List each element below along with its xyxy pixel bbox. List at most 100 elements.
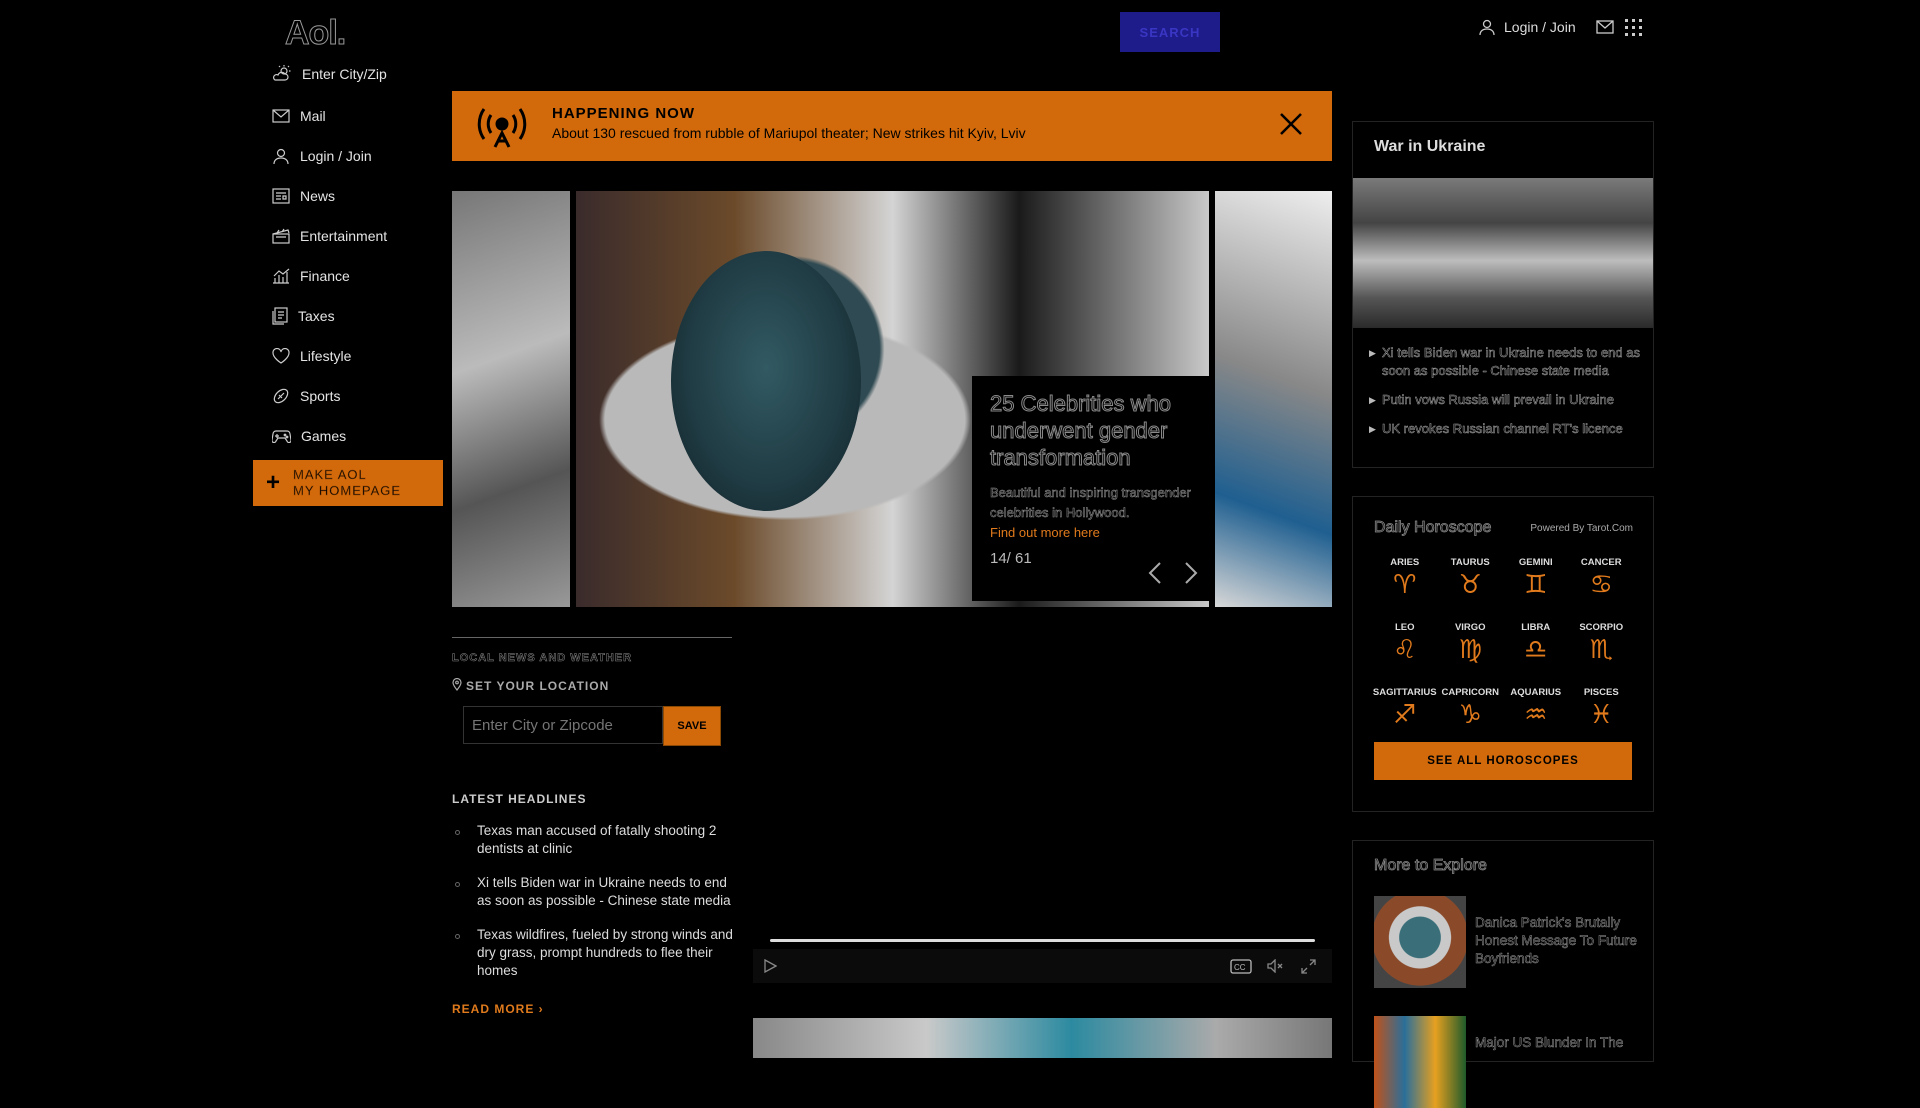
mail-icon — [272, 109, 290, 123]
explore-item-title: Danica Patrick's Brutally Honest Message… — [1475, 915, 1637, 967]
sidebar-item-label: Games — [301, 428, 347, 444]
mail-icon[interactable] — [1596, 20, 1614, 34]
taurus-icon: ♉ — [1458, 570, 1482, 600]
war-headline[interactable]: UK revokes Russian channel RT's licence — [1369, 420, 1643, 438]
leo-icon: ♌ — [1393, 635, 1417, 665]
zodiac-name: CAPRICORN — [1441, 687, 1500, 698]
zodiac-sign-aquarius[interactable]: AQUARIUS ♒ — [1503, 687, 1569, 730]
zodiac-sign-libra[interactable]: LIBRA ♎ — [1503, 622, 1569, 665]
explore-thumbnail — [1374, 1016, 1466, 1108]
sidebar-item-label: Login / Join — [300, 148, 372, 164]
apps-grid-icon[interactable] — [1625, 19, 1642, 36]
sidebar-item-mail[interactable]: Mail — [272, 96, 387, 136]
explore-item[interactable]: Danica Patrick's Brutally Honest Message… — [1374, 896, 1642, 988]
sidebar-item-games[interactable]: Games — [272, 416, 387, 456]
scorpio-icon: ♏ — [1589, 635, 1613, 665]
explore-thumbnail — [1374, 896, 1466, 988]
libra-icon: ♎ — [1524, 635, 1548, 665]
zodiac-sign-scorpio[interactable]: SCORPIO ♏ — [1569, 622, 1635, 665]
user-icon — [272, 147, 290, 165]
slide-next-image[interactable] — [1215, 191, 1332, 607]
horoscope-powered-by[interactable]: Powered By Tarot.Com — [1530, 523, 1633, 534]
aol-logo[interactable]: Aol. — [284, 14, 346, 53]
ball-icon — [272, 387, 290, 405]
sidebar-item-sports[interactable]: Sports — [272, 376, 387, 416]
slide-description: Beautiful and inspiring transgender cele… — [990, 485, 1191, 521]
expand-icon[interactable] — [1301, 959, 1316, 979]
close-icon[interactable] — [1278, 111, 1304, 142]
chevron-left-icon[interactable] — [1148, 562, 1162, 589]
header-login-label: Login / Join — [1504, 19, 1576, 35]
explore-item[interactable]: Major US Blunder In The — [1374, 1016, 1642, 1108]
play-icon[interactable] — [764, 958, 778, 978]
slide-title[interactable]: 25 Celebrities who underwent gender tran… — [990, 390, 1192, 471]
sidebar-weather[interactable]: Enter City/Zip — [272, 62, 387, 86]
mute-icon[interactable] — [1267, 958, 1283, 978]
explore-item-title: Major US Blunder In The — [1475, 1035, 1624, 1051]
see-all-horoscopes-button[interactable]: SEE ALL HOROSCOPES — [1374, 742, 1632, 780]
local-news-title: LOCAL NEWS AND WEATHER — [452, 652, 633, 665]
war-in-ukraine-module: War in Ukraine Xi tells Biden war in Ukr… — [1352, 121, 1654, 468]
more-to-explore-module: More to Explore Danica Patrick's Brutall… — [1352, 840, 1654, 1108]
headline-item[interactable]: Texas wildfires, fueled by strong winds … — [452, 926, 737, 980]
heart-icon — [272, 348, 290, 364]
capricorn-icon: ♑ — [1458, 700, 1482, 730]
chevron-right-icon[interactable] — [1184, 562, 1198, 589]
make-homepage-line2: MY HOMEPAGE — [293, 483, 402, 498]
cancer-icon: ♋ — [1589, 570, 1613, 600]
zodiac-sign-capricorn[interactable]: CAPRICORN ♑ — [1438, 687, 1504, 730]
zodiac-name: VIRGO — [1454, 622, 1486, 633]
horoscope-title: Daily Horoscope — [1374, 519, 1492, 537]
happening-now-banner[interactable]: HAPPENING NOW About 130 rescued from rub… — [452, 91, 1332, 161]
make-homepage-line1: MAKE AOL — [293, 467, 367, 482]
make-homepage-button[interactable]: + MAKE AOL MY HOMEPAGE — [253, 460, 443, 506]
sidebar-item-finance[interactable]: Finance — [272, 256, 387, 296]
virgo-icon: ♍ — [1458, 635, 1482, 665]
set-location-text: SET YOUR LOCATION — [466, 679, 610, 693]
zodiac-sign-aries[interactable]: ARIES ♈ — [1372, 557, 1438, 600]
sidebar-item-taxes[interactable]: Taxes — [272, 296, 387, 336]
war-title[interactable]: War in Ukraine — [1374, 138, 1485, 156]
weather-icon — [272, 65, 292, 83]
slide-caption: 25 Celebrities who underwent gender tran… — [972, 376, 1210, 601]
zip-input[interactable] — [463, 706, 663, 744]
zodiac-sign-gemini[interactable]: GEMINI ♊ — [1503, 557, 1569, 600]
zodiac-sign-pisces[interactable]: PISCES ♓ — [1569, 687, 1635, 730]
read-more-link[interactable]: READ MORE › — [452, 1002, 737, 1016]
zodiac-sign-sagittarius[interactable]: SAGITTARIUS ♐ — [1372, 687, 1438, 730]
aquarius-icon: ♒ — [1524, 700, 1548, 730]
article-thumbnail[interactable] — [753, 1018, 1332, 1058]
latest-headlines-title: LATEST HEADLINES — [452, 792, 587, 806]
headline-item[interactable]: Xi tells Biden war in Ukraine needs to e… — [452, 874, 737, 910]
war-image[interactable] — [1353, 178, 1653, 328]
slide-previous-image[interactable] — [452, 191, 570, 607]
sidebar: Enter City/Zip Mail Login / Join News En… — [272, 62, 387, 456]
header-login[interactable]: Login / Join — [1478, 18, 1576, 36]
zodiac-name: ARIES — [1390, 557, 1420, 568]
zodiac-sign-cancer[interactable]: CANCER ♋ — [1569, 557, 1635, 600]
sidebar-item-login[interactable]: Login / Join — [272, 136, 387, 176]
zodiac-sign-leo[interactable]: LEO ♌ — [1372, 622, 1438, 665]
broadcast-icon — [474, 103, 530, 154]
sidebar-item-news[interactable]: News — [272, 176, 387, 216]
zodiac-sign-virgo[interactable]: VIRGO ♍ — [1438, 622, 1504, 665]
video-progress-bar[interactable] — [770, 939, 1315, 942]
sidebar-item-label: Sports — [300, 388, 341, 404]
war-headline[interactable]: Xi tells Biden war in Ukraine needs to e… — [1369, 344, 1643, 380]
war-headline[interactable]: Putin vows Russia will prevail in Ukrain… — [1369, 391, 1643, 409]
zodiac-name: SAGITTARIUS — [1372, 687, 1437, 698]
closed-captions-icon[interactable]: CC — [1230, 959, 1252, 979]
headline-item[interactable]: Texas man accused of fatally shooting 2 … — [452, 822, 737, 858]
video-player[interactable]: CC — [753, 636, 1332, 986]
explore-title: More to Explore — [1374, 857, 1488, 875]
save-button[interactable]: SAVE — [663, 706, 721, 746]
zodiac-name: TAURUS — [1450, 557, 1490, 568]
zodiac-sign-taurus[interactable]: TAURUS ♉ — [1438, 557, 1504, 600]
sidebar-item-entertainment[interactable]: Entertainment — [272, 216, 387, 256]
banner-text[interactable]: About 130 rescued from rubble of Mariupo… — [552, 125, 1026, 141]
slideshow-carousel[interactable]: 25 Celebrities who underwent gender tran… — [452, 191, 1332, 607]
sidebar-item-lifestyle[interactable]: Lifestyle — [272, 336, 387, 376]
search-button[interactable]: SEARCH — [1120, 12, 1220, 52]
sidebar-weather-label: Enter City/Zip — [302, 66, 387, 82]
slide-link[interactable]: Find out more here — [990, 525, 1192, 540]
